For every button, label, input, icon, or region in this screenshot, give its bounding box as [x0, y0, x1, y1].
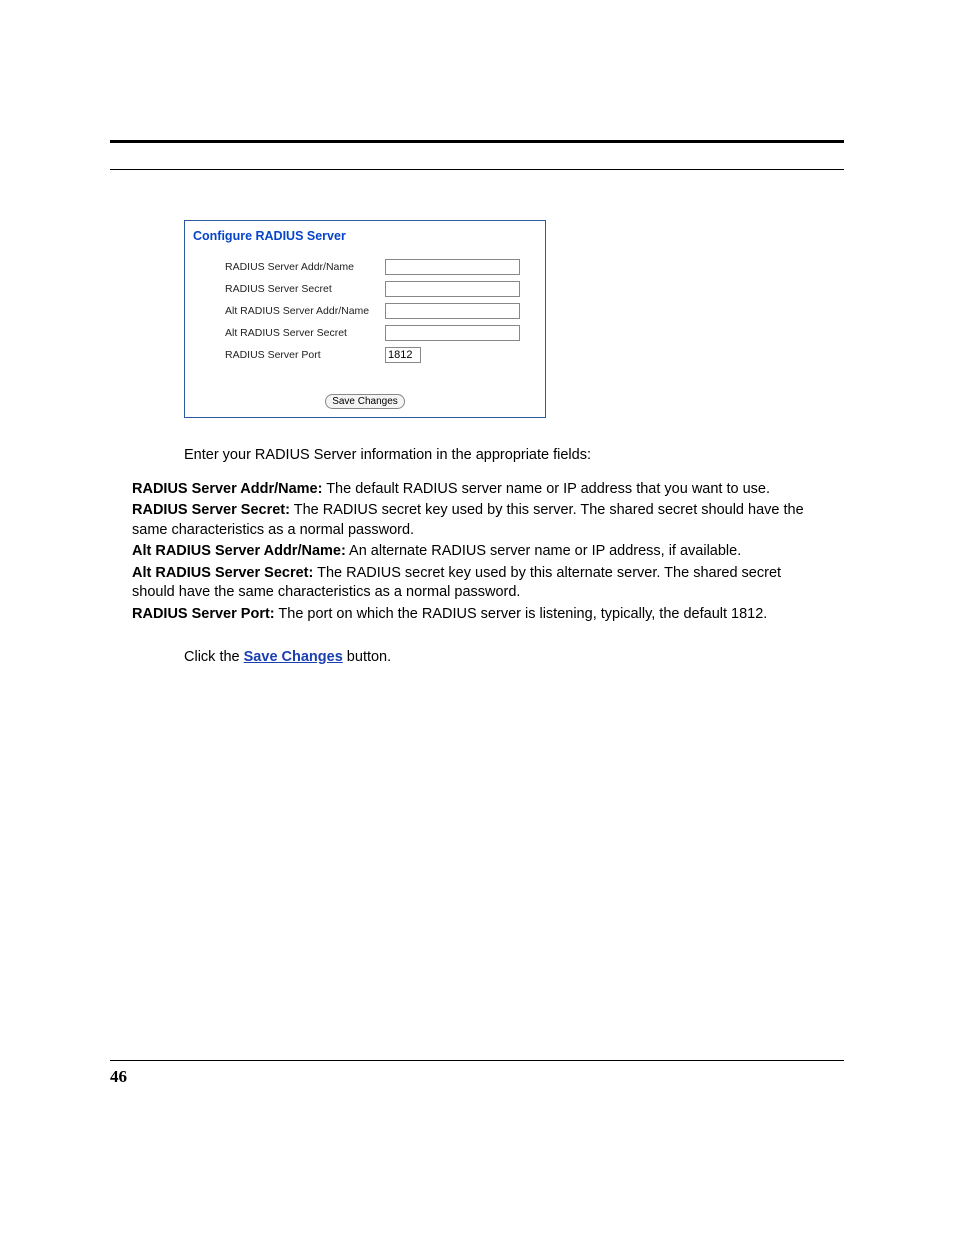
definition-term: Alt RADIUS Server Secret:: [132, 565, 313, 581]
definition-item: Alt RADIUS Server Addr/Name: An alternat…: [132, 542, 824, 562]
definitions-block: RADIUS Server Addr/Name: The default RAD…: [132, 480, 824, 625]
definition-item: Alt RADIUS Server Secret: The RADIUS sec…: [132, 564, 824, 603]
field-label: RADIUS Server Port: [225, 349, 385, 361]
definition-desc: The port on which the RADIUS server is l…: [275, 606, 768, 622]
radius-port-input[interactable]: [385, 347, 421, 363]
definition-term: RADIUS Server Port:: [132, 606, 275, 622]
radius-secret-input[interactable]: [385, 281, 520, 297]
intro-text: Enter your RADIUS Server information in …: [184, 446, 824, 466]
closing-prefix: Click the: [184, 649, 244, 665]
page-number: 46: [110, 1067, 127, 1087]
closing-line: Click the Save Changes button.: [184, 649, 844, 665]
definition-term: RADIUS Server Secret:: [132, 502, 290, 518]
definition-term: RADIUS Server Addr/Name:: [132, 481, 322, 497]
field-row: Alt RADIUS Server Addr/Name: [225, 303, 535, 319]
field-label: RADIUS Server Secret: [225, 283, 385, 295]
alt-radius-addr-input[interactable]: [385, 303, 520, 319]
save-changes-button[interactable]: Save Changes: [325, 394, 405, 409]
alt-radius-secret-input[interactable]: [385, 325, 520, 341]
thick-rule: [110, 140, 844, 143]
thin-rule: [110, 169, 844, 170]
field-label: RADIUS Server Addr/Name: [225, 261, 385, 273]
field-label: Alt RADIUS Server Addr/Name: [225, 305, 385, 317]
definition-desc: The default RADIUS server name or IP add…: [322, 481, 770, 497]
field-row: RADIUS Server Port: [225, 347, 535, 363]
form-area: RADIUS Server Addr/Name RADIUS Server Se…: [185, 259, 545, 379]
field-row: RADIUS Server Secret: [225, 281, 535, 297]
radius-addr-input[interactable]: [385, 259, 520, 275]
definition-item: RADIUS Server Port: The port on which th…: [132, 605, 824, 625]
definition-desc: An alternate RADIUS server name or IP ad…: [346, 543, 741, 559]
panel-title: Configure RADIUS Server: [185, 221, 545, 259]
definition-item: RADIUS Server Addr/Name: The default RAD…: [132, 480, 824, 500]
config-radius-panel: Configure RADIUS Server RADIUS Server Ad…: [184, 220, 546, 418]
field-row: RADIUS Server Addr/Name: [225, 259, 535, 275]
closing-suffix: button.: [343, 649, 391, 665]
field-row: Alt RADIUS Server Secret: [225, 325, 535, 341]
field-label: Alt RADIUS Server Secret: [225, 327, 385, 339]
definition-term: Alt RADIUS Server Addr/Name:: [132, 543, 346, 559]
definition-item: RADIUS Server Secret: The RADIUS secret …: [132, 501, 824, 540]
save-changes-link[interactable]: Save Changes: [244, 649, 343, 665]
footer-rule: [110, 1060, 844, 1061]
